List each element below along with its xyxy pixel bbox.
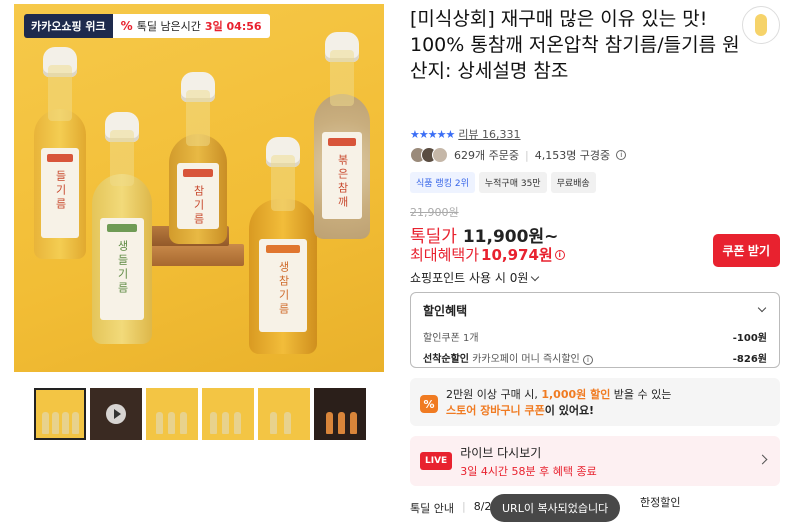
free-shipping-chip: 무료배송 [550,172,596,193]
info-icon[interactable]: i [616,150,627,160]
viewer-count: 4,153명 구경중 [534,149,611,162]
live-subtitle: 3일 4시간 58분 후 혜택 종료 [460,464,597,478]
thumbnail-5[interactable] [258,388,310,440]
bottle-deulgireum: 들기름 [34,47,86,259]
bottle-sesame-seeds: 볶은참깨 [314,32,370,239]
copy-toast: URL이 복사되었습니다 [490,494,621,522]
thumbnail-6[interactable] [314,388,366,440]
order-stats: 629개 주문중 | 4,153명 구경중 i [410,147,627,163]
discount-desc: 카카오페이 머니 즉시할인 [472,354,580,365]
product-title: [미식상회] 재구매 많은 이유 있는 맛! 100% 통참깨 저온압착 참기름… [410,8,740,82]
discount-line: 할인쿠폰 1개 -100원 [423,329,767,344]
discount-line: 선착순할인 카카오페이 머니 즉시할인 i -826원 [423,350,767,365]
thumbnail-strip [34,388,366,440]
max-price-value: 10,974원 [481,246,553,264]
bottle-chamgireum: 참기름 [169,72,227,244]
buyer-avatars [410,147,448,163]
bottle-saengdeulgireum: 생들기름 [92,112,152,344]
product-chips: 식품 랭킹 2위 누적구매 35만 무료배송 [410,172,596,193]
discount-title: 할인혜택 [423,304,468,318]
notice-tail: 한정할인 [640,496,681,509]
rating-row: ★★★★★ 리뷰 16,331 [410,126,521,142]
timer-label: 톡딜 남은시간 [136,20,201,33]
chevron-right-icon [757,454,768,465]
store-logo[interactable] [742,6,780,44]
star-rating-icon: ★★★★★ [410,127,455,141]
live-badge: LIVE [420,452,453,470]
brand-week-badge: 카카오쇼핑 위크 [24,14,113,38]
thumbnail-1[interactable] [34,388,86,440]
cumulative-chip: 누적구매 35만 [478,172,547,193]
coupon-button[interactable]: 쿠폰 받기 [712,234,780,267]
deal-badge: 카카오쇼핑 위크 % 톡딜 남은시간 3일 04:56 [24,14,270,38]
percent-icon: % [420,395,438,413]
store-coupon-promo[interactable]: % 2만원 이상 구매 시, 1,000원 할인 받을 수 있는 스토어 장바구… [410,378,780,426]
thumbnail-4[interactable] [202,388,254,440]
info-icon[interactable]: i [554,249,565,260]
discount-value: -826원 [732,354,767,365]
percent-icon: % [120,19,133,33]
order-count: 629개 주문중 [454,149,519,162]
bottle-saengchamgireum: 생참기름 [249,137,317,354]
ranking-chip[interactable]: 식품 랭킹 2위 [410,172,475,193]
max-price-label: 최대혜택가 [410,246,480,264]
discount-name: 할인쿠폰 1개 [423,333,479,344]
deal-timer: % 톡딜 남은시간 3일 04:56 [112,14,270,38]
original-price: 21,900원 [410,206,459,219]
discount-panel[interactable]: 할인혜택 할인쿠폰 1개 -100원 선착순할인 카카오페이 머니 즉시할인 i… [410,292,780,368]
discount-name: 선착순할인 [423,354,469,365]
thumbnail-video[interactable] [90,388,142,440]
live-title: 라이브 다시보기 [460,445,542,460]
review-link[interactable]: 리뷰 16,331 [458,126,520,142]
notice-date: 8/2 [473,500,492,513]
promo-text: 2만원 이상 구매 시, 1,000원 할인 받을 수 있는 스토어 장바구니 … [446,388,672,417]
max-benefit-price: 최대혜택가 10,974원 i [410,244,565,265]
live-replay-banner[interactable]: LIVE 라이브 다시보기 3일 4시간 58분 후 혜택 종료 [410,436,780,486]
point-usage[interactable]: 쇼핑포인트 사용 시 0원 [410,269,540,286]
discount-value: -100원 [732,333,767,344]
product-main-image: 카카오쇼핑 위크 % 톡딜 남은시간 3일 04:56 들기름 생들기름 참기름… [14,4,384,372]
product-info: [미식상회] 재구매 많은 이유 있는 맛! 100% 통참깨 저온압착 참기름… [410,6,780,515]
info-icon[interactable]: i [582,355,593,365]
deal-notice: 톡딜 안내 | 8/2 [410,500,492,515]
play-icon [106,404,126,424]
notice-label: 톡딜 안내 [410,502,454,515]
point-text: 쇼핑포인트 사용 시 0원 [410,271,529,285]
chevron-down-icon [531,272,540,282]
thumbnail-3[interactable] [146,388,198,440]
timer-value: 3일 04:56 [204,20,262,33]
